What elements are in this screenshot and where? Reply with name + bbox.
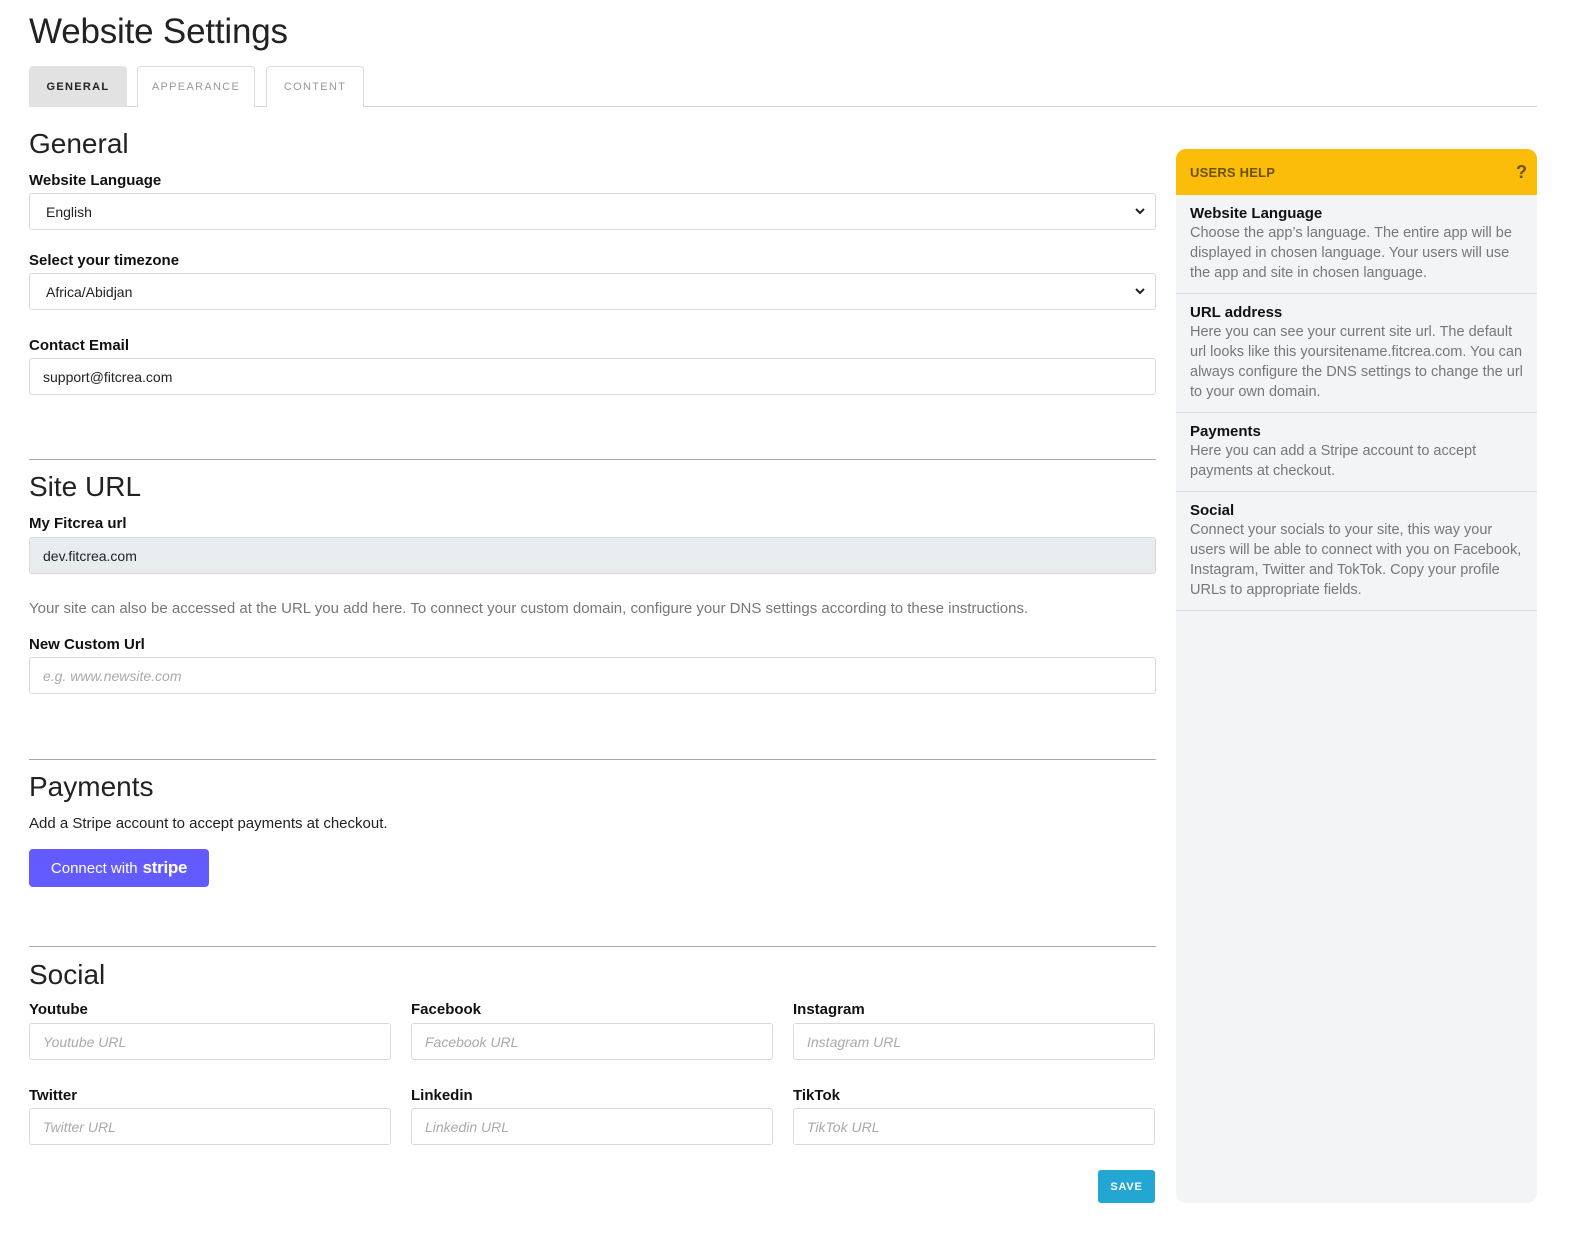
instagram-label: Instagram xyxy=(793,1001,865,1018)
instagram-input[interactable]: Instagram URL xyxy=(793,1023,1155,1060)
settings-tabs: GENERAL APPEARANCE CONTENT xyxy=(29,66,1537,107)
help-item-heading: URL address xyxy=(1190,304,1283,321)
help-item-text: Connect your socials to your site, this … xyxy=(1190,522,1522,598)
tab-content[interactable]: CONTENT xyxy=(266,66,364,107)
payments-section-title: Payments xyxy=(29,771,154,802)
timezone-value: Africa/Abidjan xyxy=(46,283,133,300)
twitter-input[interactable]: Twitter URL xyxy=(29,1108,391,1145)
help-item-text: Here you can see your current site url. … xyxy=(1190,324,1523,400)
facebook-input[interactable]: Facebook URL xyxy=(411,1023,773,1060)
youtube-input[interactable]: Youtube URL xyxy=(29,1023,391,1060)
general-section-title: General xyxy=(29,128,129,159)
tiktok-placeholder: TikTok URL xyxy=(807,1118,880,1135)
website-language-select[interactable]: English xyxy=(29,193,1156,230)
timezone-label: Select your timezone xyxy=(29,252,180,269)
custom-url-input[interactable]: e.g. www.newsite.com xyxy=(29,657,1156,694)
users-help-title: USERS HELP xyxy=(1190,164,1276,180)
help-item-social: Social Connect your socials to your site… xyxy=(1176,492,1537,611)
help-item-payments: Payments Here you can add a Stripe accou… xyxy=(1176,413,1537,492)
section-divider xyxy=(29,759,1156,760)
tiktok-label: TikTok xyxy=(793,1087,840,1104)
fitcrea-url-label: My Fitcrea url xyxy=(29,515,127,532)
help-item-heading: Social xyxy=(1190,502,1235,519)
help-item-heading: Payments xyxy=(1190,423,1261,440)
website-language-label: Website Language xyxy=(29,172,162,189)
help-item-text: Choose the app’s language. The entire ap… xyxy=(1190,225,1512,281)
connect-stripe-prefix: Connect with xyxy=(50,859,138,877)
help-item-text: Here you can add a Stripe account to acc… xyxy=(1190,443,1477,479)
custom-url-info: Your site can also be accessed at the UR… xyxy=(29,600,1029,617)
linkedin-placeholder: Linkedin URL xyxy=(425,1118,510,1135)
section-divider xyxy=(29,946,1156,947)
page-title: Website Settings xyxy=(29,12,288,51)
users-help-panel: USERS HELP ? Website Language Choose the… xyxy=(1176,149,1537,1203)
instagram-placeholder: Instagram URL xyxy=(807,1033,902,1050)
contact-email-value: support@fitcrea.com xyxy=(43,368,173,385)
save-button[interactable]: SAVE xyxy=(1098,1170,1155,1203)
chevron-down-icon xyxy=(1135,288,1145,295)
section-divider xyxy=(29,459,1156,460)
timezone-select[interactable]: Africa/Abidjan xyxy=(29,273,1156,310)
help-item-heading: Website Language xyxy=(1190,205,1323,222)
tab-appearance[interactable]: APPEARANCE xyxy=(137,66,255,107)
question-icon[interactable]: ? xyxy=(1516,162,1527,183)
users-help-header: USERS HELP ? xyxy=(1176,149,1537,195)
website-language-value: English xyxy=(46,203,92,220)
tiktok-input[interactable]: TikTok URL xyxy=(793,1108,1155,1145)
connect-stripe-button[interactable]: Connect with stripe xyxy=(29,849,209,887)
payments-description: Add a Stripe account to accept payments … xyxy=(29,815,388,832)
fitcrea-url-input: dev.fitcrea.com xyxy=(29,537,1156,574)
tab-general[interactable]: GENERAL xyxy=(29,66,127,107)
facebook-label: Facebook xyxy=(411,1001,482,1018)
facebook-placeholder: Facebook URL xyxy=(425,1033,519,1050)
contact-email-input[interactable]: support@fitcrea.com xyxy=(29,358,1156,395)
site-url-section-title: Site URL xyxy=(29,471,142,502)
stripe-logo: stripe xyxy=(142,858,188,877)
custom-url-placeholder: e.g. www.newsite.com xyxy=(43,667,182,684)
fitcrea-url-value: dev.fitcrea.com xyxy=(43,547,137,564)
linkedin-input[interactable]: Linkedin URL xyxy=(411,1108,773,1145)
youtube-label: Youtube xyxy=(29,1001,88,1018)
twitter-label: Twitter xyxy=(29,1087,78,1104)
chevron-down-icon xyxy=(1135,208,1145,215)
linkedin-label: Linkedin xyxy=(411,1087,473,1104)
help-item-url-address: URL address Here you can see your curren… xyxy=(1176,294,1537,413)
contact-email-label: Contact Email xyxy=(29,337,130,354)
custom-url-label: New Custom Url xyxy=(29,636,145,653)
twitter-placeholder: Twitter URL xyxy=(43,1118,116,1135)
help-item-website-language: Website Language Choose the app’s langua… xyxy=(1176,195,1537,294)
social-section-title: Social xyxy=(29,959,106,990)
youtube-placeholder: Youtube URL xyxy=(43,1033,127,1050)
